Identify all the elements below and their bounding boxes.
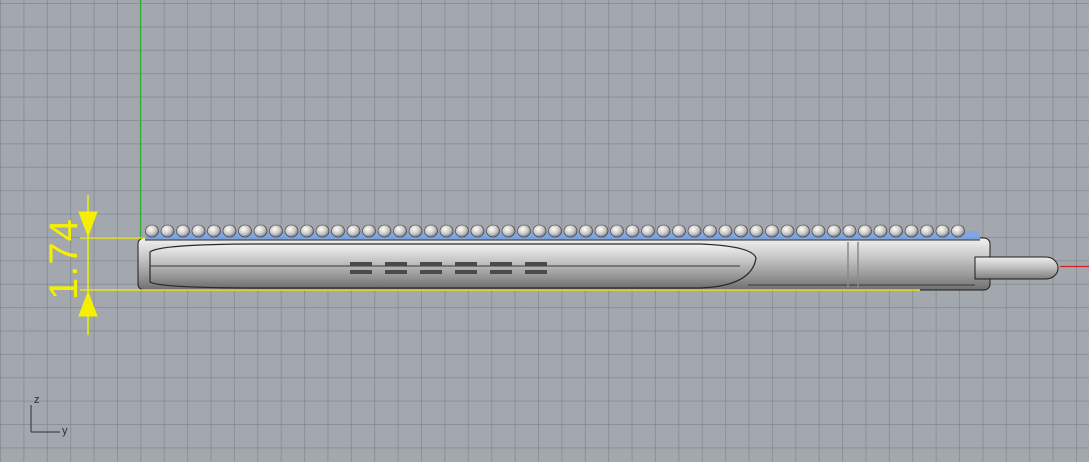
bead: [331, 224, 345, 238]
bead: [610, 224, 624, 238]
bead: [935, 224, 950, 238]
bead: [734, 224, 748, 238]
bead: [873, 224, 888, 238]
bead: [842, 224, 857, 238]
bead: [718, 224, 733, 238]
bead: [858, 224, 872, 238]
bead: [424, 224, 438, 238]
bead: [687, 224, 702, 238]
bead: [517, 224, 531, 238]
bead: [253, 224, 268, 238]
scene-canvas[interactable]: [0, 0, 1089, 462]
bead: [796, 224, 810, 238]
bead: [904, 224, 919, 238]
bead: [811, 224, 826, 238]
bead: [222, 224, 237, 238]
axis-y-label: y: [62, 425, 68, 437]
dimension-value-label: 1.74: [42, 218, 86, 300]
bead: [300, 224, 314, 238]
bead: [641, 224, 655, 238]
bead: [951, 224, 965, 238]
bead: [765, 224, 779, 238]
bead: [238, 224, 252, 238]
bead: [315, 224, 330, 238]
bead: [470, 224, 485, 238]
pendant-model[interactable]: [137, 231, 1059, 291]
pendant-bail: [974, 256, 1059, 280]
bead: [579, 224, 593, 238]
bead: [548, 224, 562, 238]
axis-z-label: z: [34, 394, 40, 406]
bead: [439, 224, 454, 238]
bead: [486, 224, 500, 238]
bead: [176, 224, 190, 238]
bead: [191, 224, 206, 238]
right-viewport[interactable]: 1.74 z y: [0, 0, 1089, 462]
bead: [393, 224, 407, 238]
bead: [160, 224, 175, 238]
bead: [920, 224, 934, 238]
bead: [269, 224, 283, 238]
bead: [284, 224, 299, 238]
bead: [362, 224, 376, 238]
bead: [827, 224, 841, 238]
bead: [563, 224, 578, 238]
bead: [594, 224, 609, 238]
bead: [625, 224, 640, 238]
bead: [703, 224, 717, 238]
bead: [501, 224, 516, 238]
bead: [656, 224, 671, 238]
bead: [455, 224, 469, 238]
bead: [346, 224, 361, 238]
bead: [377, 224, 392, 238]
bead: [780, 224, 795, 238]
bead: [749, 224, 764, 238]
bead: [408, 224, 423, 238]
bead: [532, 224, 547, 238]
bead: [672, 224, 686, 238]
bead: [145, 224, 159, 238]
bead: [207, 224, 221, 238]
bead: [889, 224, 903, 238]
axis-triad-icon: [30, 405, 60, 433]
